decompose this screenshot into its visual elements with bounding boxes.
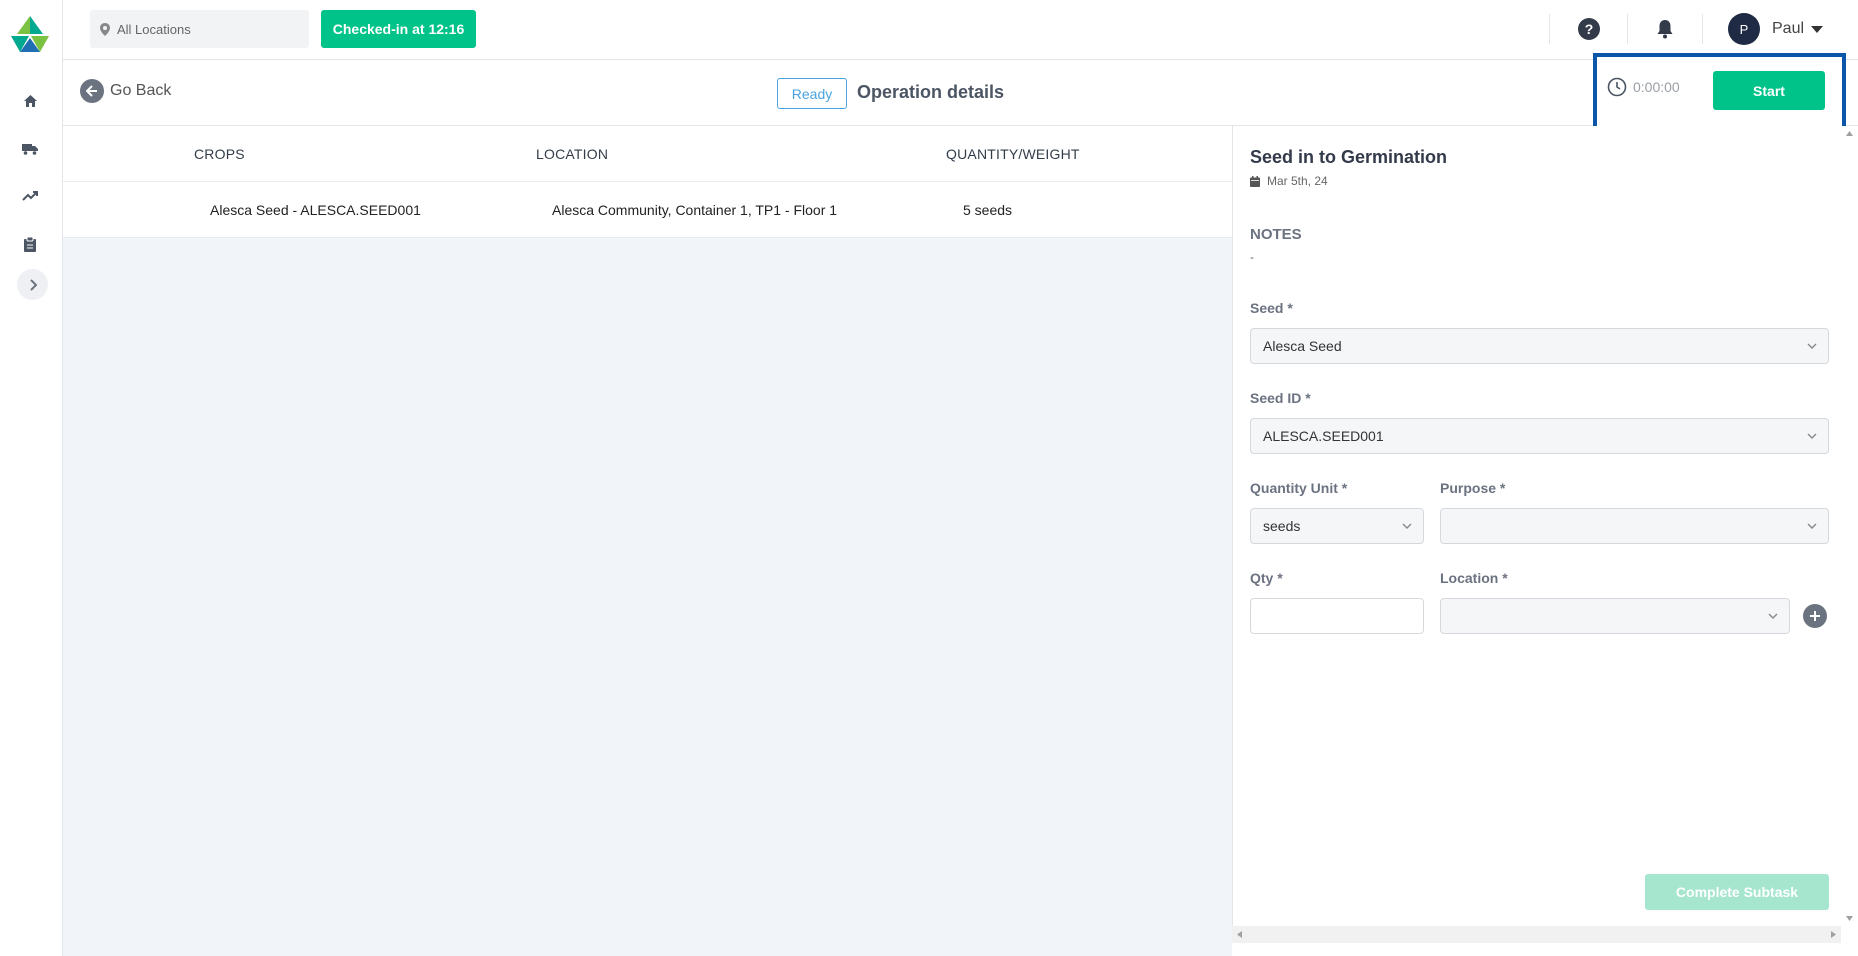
table-row[interactable]: Alesca Seed - ALESCA.SEED001 Alesca Comm… [63, 182, 1232, 238]
checkin-button[interactable]: Checked-in at 12:16 [321, 10, 476, 48]
location-select[interactable] [1440, 598, 1790, 634]
add-location-button[interactable] [1803, 604, 1827, 628]
subtask-date-text: Mar 5th, 24 [1267, 174, 1328, 188]
qty-input[interactable] [1250, 598, 1424, 634]
user-name: Paul [1772, 20, 1805, 37]
chevron-down-icon [1402, 523, 1412, 529]
subtask-panel: Seed in to Germination Mar 5th, 24 NOTES… [1232, 126, 1841, 926]
chevron-down-icon [1768, 613, 1778, 619]
subtask-title: Seed in to Germination [1250, 147, 1448, 167]
qty-label: Qty * [1250, 570, 1283, 586]
clipboard-icon[interactable] [20, 234, 40, 254]
top-bar: All Locations Checked-in at 12:16 ? P Pa… [63, 0, 1858, 60]
sidebar [0, 0, 63, 956]
cell-location: Alesca Community, Container 1, TP1 - Flo… [552, 202, 838, 218]
seed-value: Alesca Seed [1263, 338, 1342, 354]
seed-id-label: Seed ID * [1250, 390, 1311, 406]
scroll-up-icon [1846, 131, 1853, 136]
chevron-down-icon [1807, 433, 1817, 439]
crops-table-area: CROPS LOCATION QUANTITY/WEIGHT Alesca Se… [63, 126, 1232, 956]
arrow-left-icon [80, 79, 104, 103]
scroll-right-icon [1831, 931, 1836, 938]
start-button[interactable]: Start [1713, 71, 1825, 110]
purpose-select[interactable] [1440, 508, 1829, 544]
calendar-icon [1250, 175, 1260, 187]
column-header-crops: CROPS [194, 146, 245, 162]
status-badge: Ready [777, 78, 847, 109]
column-header-location: LOCATION [536, 146, 609, 162]
user-menu[interactable]: P Paul [1728, 13, 1824, 45]
divider [1702, 14, 1703, 44]
notes-label: NOTES [1250, 226, 1302, 243]
chevron-down-icon [1807, 523, 1817, 529]
divider [1627, 14, 1628, 44]
subtask-date: Mar 5th, 24 [1250, 174, 1328, 188]
table-header: CROPS LOCATION QUANTITY/WEIGHT [63, 126, 1232, 182]
seed-label: Seed * [1250, 300, 1293, 316]
plus-icon [1810, 611, 1820, 621]
map-pin-icon [100, 22, 110, 36]
home-icon[interactable] [20, 91, 40, 111]
page-title: Operation details [857, 82, 1005, 102]
location-filter-label: All Locations [117, 21, 191, 37]
chevron-down-icon [1807, 343, 1817, 349]
notes-value: - [1250, 250, 1254, 264]
scroll-down-icon [1846, 916, 1853, 921]
caret-down-icon [1811, 25, 1824, 33]
column-header-quantity: QUANTITY/WEIGHT [946, 146, 1080, 162]
cell-crop: Alesca Seed - ALESCA.SEED001 [210, 202, 421, 218]
divider [1549, 14, 1550, 44]
go-back-label: Go Back [110, 82, 172, 99]
timer: 0:00:00 [1607, 77, 1680, 97]
seed-id-select[interactable]: ALESCA.SEED001 [1250, 418, 1829, 454]
operation-header: Go Back Ready Operation details [63, 60, 1858, 126]
quantity-unit-label: Quantity Unit * [1250, 480, 1348, 496]
complete-subtask-button[interactable]: Complete Subtask [1645, 874, 1829, 910]
expand-sidebar-button[interactable] [17, 269, 48, 300]
timer-value: 0:00:00 [1633, 79, 1680, 95]
quantity-unit-select[interactable]: seeds [1250, 508, 1424, 544]
bell-icon[interactable] [1653, 17, 1677, 41]
chevron-right-icon [29, 278, 37, 291]
vertical-scrollbar[interactable] [1841, 126, 1858, 926]
go-back-button[interactable]: Go Back [80, 79, 171, 103]
clock-icon [1607, 77, 1627, 97]
avatar: P [1728, 13, 1760, 45]
location-label: Location * [1440, 570, 1508, 586]
horizontal-scrollbar[interactable] [1232, 926, 1841, 943]
purpose-label: Purpose * [1440, 480, 1506, 496]
truck-icon[interactable] [20, 139, 40, 159]
scroll-left-icon [1237, 931, 1242, 938]
logo [11, 16, 49, 52]
seed-id-value: ALESCA.SEED001 [1263, 428, 1384, 444]
cell-quantity: 5 seeds [963, 202, 1013, 218]
seed-select[interactable]: Alesca Seed [1250, 328, 1829, 364]
help-icon[interactable]: ? [1578, 18, 1600, 40]
location-filter[interactable]: All Locations [90, 10, 309, 48]
quantity-unit-value: seeds [1263, 518, 1301, 534]
trending-up-icon[interactable] [20, 186, 40, 206]
